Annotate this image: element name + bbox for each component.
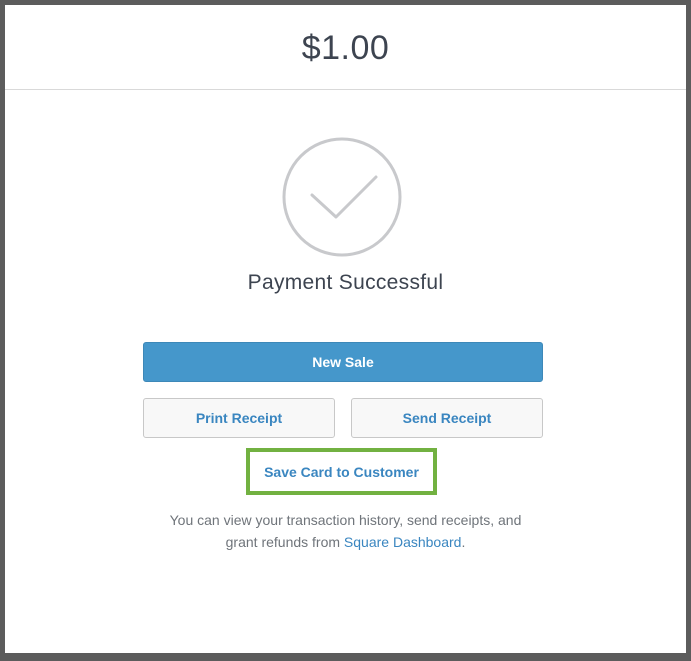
payment-amount: $1.00 [301,28,390,67]
save-card-to-customer-link[interactable]: Save Card to Customer [264,464,419,480]
checkmark-circle-icon [282,137,402,257]
note-line-1: You can view your transaction history, s… [169,512,522,528]
send-receipt-button[interactable]: Send Receipt [351,398,543,438]
dashboard-note: You can view your transaction history, s… [5,509,686,553]
print-receipt-button[interactable]: Print Receipt [143,398,335,438]
note-line-2-suffix: . [461,534,466,550]
amount-header: $1.00 [5,5,686,90]
new-sale-button[interactable]: New Sale [143,342,543,382]
square-dashboard-link[interactable]: Square Dashboard [344,534,462,550]
save-card-highlight: Save Card to Customer [246,448,437,495]
payment-result-card: $1.00 Payment Successful New Sale Print … [5,5,686,653]
note-line-2: grant refunds from Square Dashboard. [5,531,686,553]
payment-status-title: Payment Successful [247,271,444,294]
note-line-2-prefix: grant refunds from [225,534,344,550]
